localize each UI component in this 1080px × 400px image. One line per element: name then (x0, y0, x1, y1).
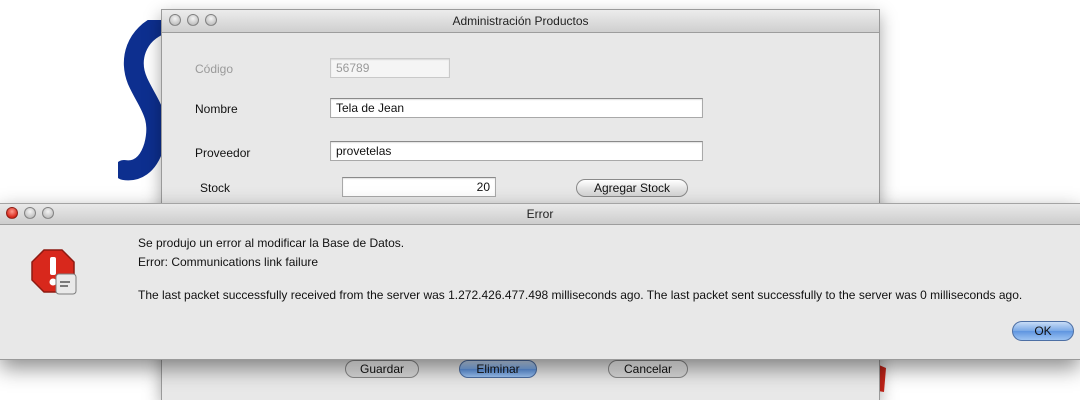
close-button[interactable] (169, 14, 181, 26)
dialog-close-button[interactable] (6, 207, 18, 219)
product-admin-titlebar: Administración Productos (162, 10, 879, 33)
nombre-label: Nombre (195, 102, 238, 116)
error-message-line1: Se produjo un error al modificar la Base… (138, 236, 405, 250)
window-title: Administración Productos (452, 14, 589, 28)
stock-label: Stock (200, 181, 231, 195)
dialog-zoom-button[interactable] (42, 207, 54, 219)
guardar-button[interactable]: Guardar (345, 360, 419, 378)
error-dialog-title: Error (526, 207, 554, 221)
ok-button[interactable]: OK (1012, 321, 1074, 341)
error-dialog: Error Se produjo un error al modificar l… (0, 203, 1080, 360)
error-dialog-titlebar: Error (0, 204, 1080, 225)
eliminar-button[interactable]: Eliminar (459, 360, 537, 378)
codigo-field: 56789 (330, 58, 450, 78)
proveedor-label: Proveedor (195, 146, 251, 160)
dialog-minimize-button[interactable] (24, 207, 36, 219)
error-message-line2: Error: Communications link failure (138, 255, 319, 269)
nombre-field[interactable]: Tela de Jean (330, 98, 703, 118)
stock-field[interactable]: 20 (342, 177, 496, 197)
agregar-stock-button[interactable]: Agregar Stock (576, 179, 688, 197)
cancelar-button[interactable]: Cancelar (608, 360, 688, 378)
stop-sign-icon (31, 249, 77, 295)
zoom-button[interactable] (205, 14, 217, 26)
proveedor-field[interactable]: provetelas (330, 141, 703, 161)
error-message-detail: The last packet successfully received fr… (138, 288, 1023, 302)
minimize-button[interactable] (187, 14, 199, 26)
codigo-label: Código (195, 62, 234, 76)
